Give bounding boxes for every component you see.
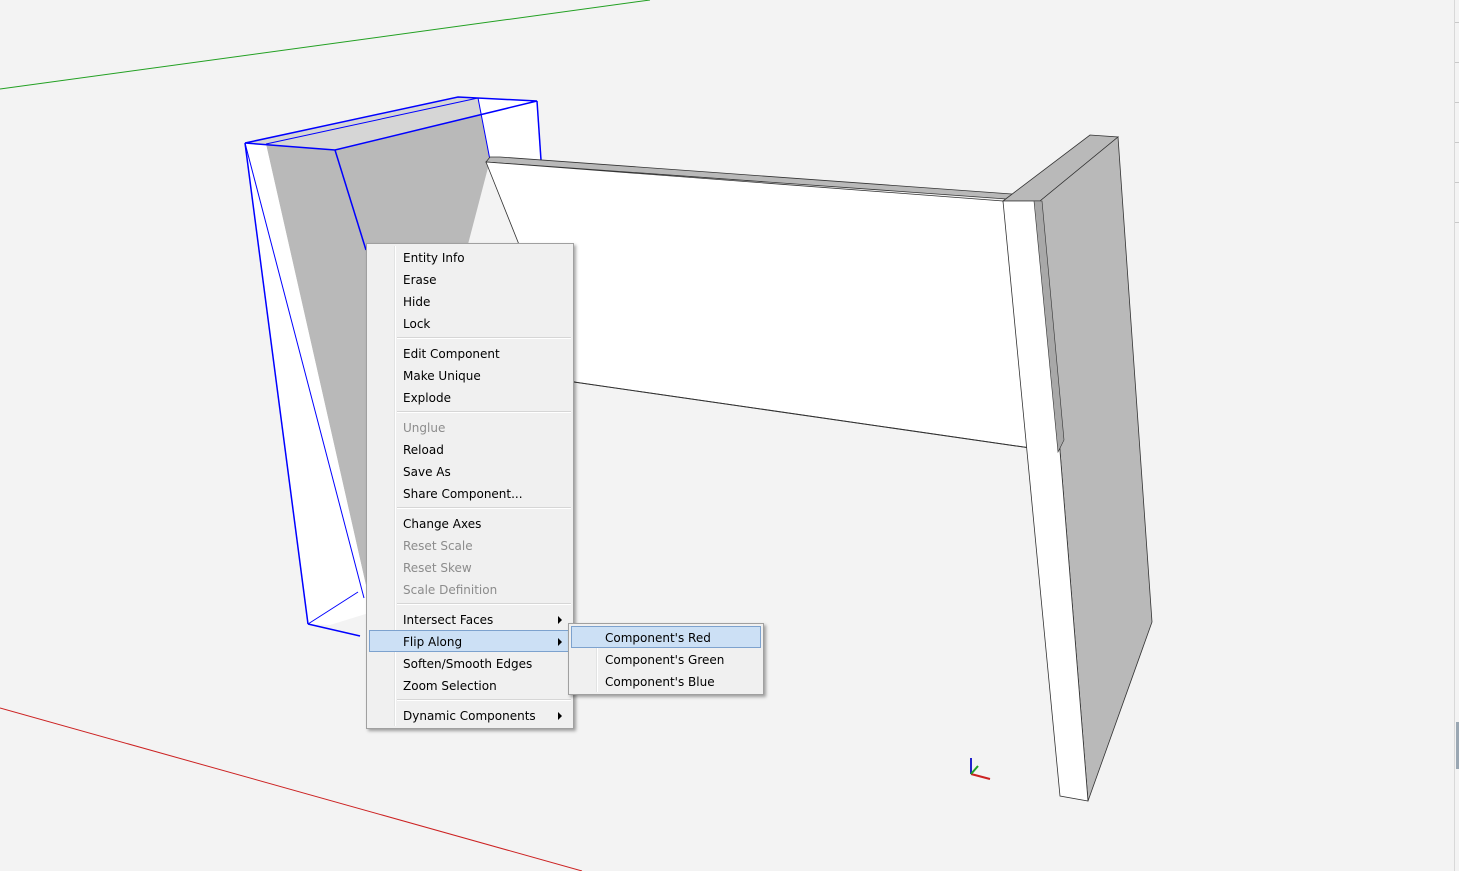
menu-item-entity-info[interactable]: Entity Info [369,246,571,268]
submenu-item-components-red[interactable]: Component's Red [571,626,761,648]
menu-item-hide[interactable]: Hide [369,290,571,312]
menu-item-reload[interactable]: Reload [369,438,571,460]
menu-item-edit-component[interactable]: Edit Component [369,342,571,364]
menu-item-reset-skew: Reset Skew [403,561,472,575]
axes-origin-gizmo [970,758,991,780]
edge-tick [1455,62,1459,63]
context-menu: Entity Info Erase Hide Lock Edit Compone… [366,243,574,729]
menu-item-zoom-selection[interactable]: Zoom Selection [369,674,571,696]
menu-item-save-as[interactable]: Save As [369,460,571,482]
menu-item-label: Flip Along [403,635,463,649]
menu-separator [397,507,571,509]
submenu-arrow-icon [558,712,562,720]
menu-item-explode[interactable]: Explode [369,386,571,408]
menu-item-soften-smooth-edges[interactable]: Soften/Smooth Edges [369,652,571,674]
red-axis-line [0,707,583,871]
menu-item-make-unique[interactable]: Make Unique [369,364,571,386]
menu-item-reset-scale: Reset Scale [403,539,473,553]
submenu-arrow-icon [558,638,562,646]
edge-tick [1455,222,1459,223]
menu-item-scale-definition: Scale Definition [403,583,498,597]
edge-tick [1455,142,1459,143]
menu-item-share-component[interactable]: Share Component... [369,482,571,504]
menu-separator [397,699,571,701]
menu-item-label: Dynamic Components [403,709,536,723]
menu-item-change-axes[interactable]: Change Axes [369,512,571,534]
menu-item-intersect-faces[interactable]: Intersect Faces [369,608,571,630]
menu-separator [397,337,571,339]
3d-model-scene[interactable] [0,0,1454,871]
menu-item-unglue: Unglue [403,421,446,435]
menu-item-erase[interactable]: Erase [369,268,571,290]
green-axis-line [0,0,651,90]
edge-tick [1455,182,1459,183]
modeling-viewport[interactable]: Entity Info Erase Hide Lock Edit Compone… [0,0,1459,871]
edge-tick [1455,102,1459,103]
menu-item-lock[interactable]: Lock [369,312,571,334]
edge-tick [1455,22,1459,23]
submenu-arrow-icon [558,616,562,624]
menu-item-dynamic-components[interactable]: Dynamic Components [369,704,571,726]
right-side-panel[interactable] [1001,134,1153,802]
menu-separator [397,603,571,605]
flip-along-submenu: Component's Red Component's Green Compon… [568,623,764,695]
menu-item-flip-along[interactable]: Flip Along [369,630,571,652]
right-panel-edge [1454,0,1459,871]
menu-separator [397,411,571,413]
submenu-item-components-green[interactable]: Component's Green [571,648,761,670]
submenu-item-components-blue[interactable]: Component's Blue [571,670,761,692]
menu-item-label: Intersect Faces [403,613,494,627]
